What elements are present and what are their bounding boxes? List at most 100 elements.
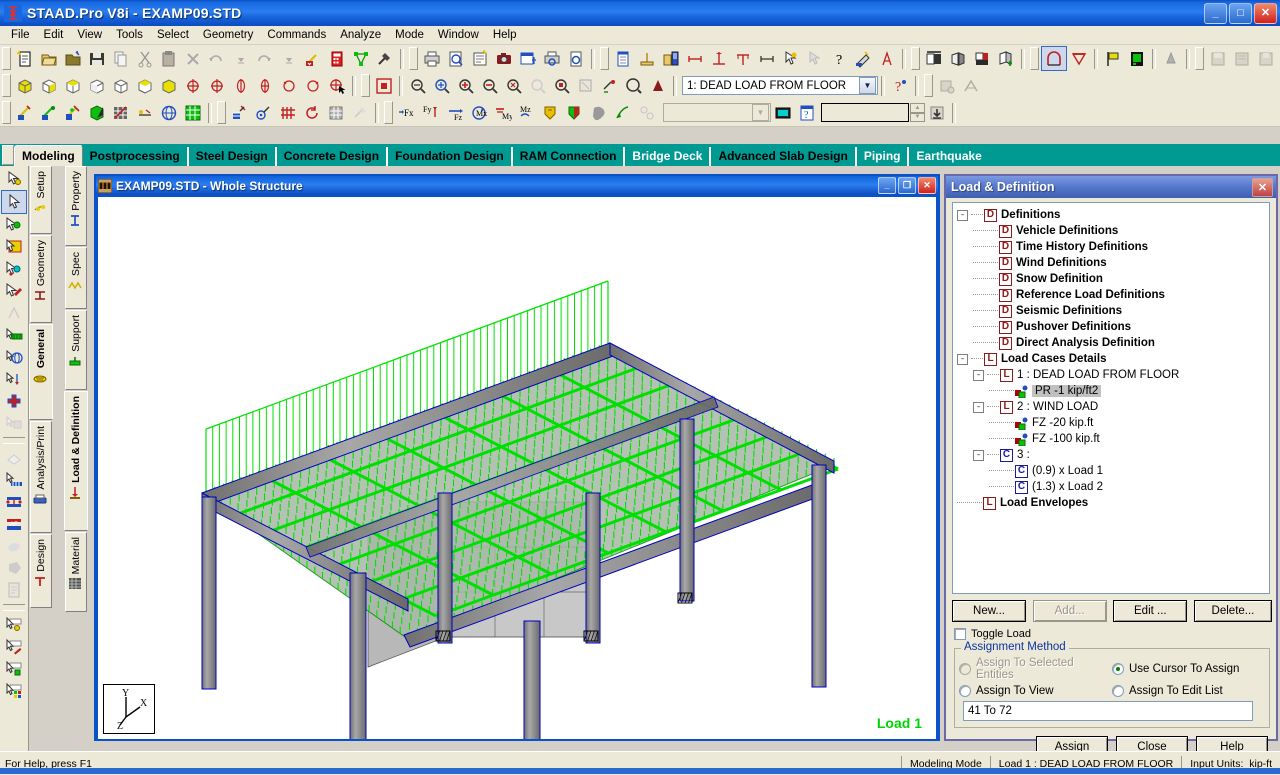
calculator-icon[interactable]: [325, 47, 349, 70]
tree-node[interactable]: - D Definitions: [953, 207, 1269, 223]
new-button[interactable]: New...: [952, 600, 1026, 622]
menu-analyze[interactable]: Analyze: [333, 28, 388, 42]
help-question-icon[interactable]: ?: [827, 47, 851, 70]
tree-expander-icon[interactable]: -: [973, 401, 984, 413]
tab-foundation-design[interactable]: Foundation Design: [388, 147, 513, 166]
undo-icon[interactable]: [205, 47, 229, 70]
edit-list-input[interactable]: 41 To 72: [963, 701, 1253, 721]
front-view-icon[interactable]: [37, 74, 61, 97]
zoom-disabled-icon[interactable]: [526, 74, 550, 97]
insert-node-icon[interactable]: [276, 101, 300, 124]
tree-node[interactable]: - L Load Cases Details: [953, 351, 1269, 367]
dynamic-pan-icon[interactable]: [598, 74, 622, 97]
add-cursor-icon[interactable]: [2, 390, 26, 412]
toolbar-grip[interactable]: [2, 47, 11, 70]
tree-node[interactable]: D Reference Load Definitions: [953, 287, 1269, 303]
global-axes-icon[interactable]: [157, 101, 181, 124]
menu-geometry[interactable]: Geometry: [196, 28, 261, 42]
sidebar-item-support[interactable]: Support: [65, 310, 87, 390]
toolbar-grip[interactable]: [2, 101, 11, 124]
sidebar-item-general[interactable]: General: [29, 324, 53, 420]
sidebar-item-geometry[interactable]: Geometry: [30, 235, 52, 323]
surface-cursor-disabled-icon[interactable]: [2, 302, 26, 324]
display-table-icon[interactable]: [516, 47, 540, 70]
chevron-down-icon[interactable]: ▼: [859, 77, 876, 94]
print-preview-icon[interactable]: [444, 47, 468, 70]
tree-expander-icon[interactable]: -: [973, 449, 984, 461]
tree-node[interactable]: D Vehicle Definitions: [953, 223, 1269, 239]
radio-assign-to-view[interactable]: Assign To View: [959, 685, 1112, 697]
toolbar-grip[interactable]: [1030, 47, 1039, 70]
menu-mode[interactable]: Mode: [388, 28, 431, 42]
load-tree[interactable]: - D Definitions D Vehicle Definitions D Time H…: [952, 202, 1270, 594]
tab-bridge-deck[interactable]: Bridge Deck: [625, 147, 712, 166]
zoom-extents-icon[interactable]: [372, 74, 396, 97]
pagetab-grip[interactable]: [2, 145, 14, 165]
self-weight-icon[interactable]: [587, 101, 611, 124]
tree-expander-icon[interactable]: -: [973, 369, 984, 381]
chevron-down-icon[interactable]: ▼: [752, 104, 769, 121]
rotate-geometry-icon[interactable]: [300, 101, 324, 124]
pointer-icon[interactable]: [1, 190, 27, 214]
node-distance-icon[interactable]: [683, 47, 707, 70]
toolbar-grip[interactable]: [384, 101, 393, 124]
text-annotation-icon[interactable]: [875, 47, 899, 70]
delete-button[interactable]: Delete...: [1193, 600, 1272, 622]
node-table-icon[interactable]: [611, 47, 635, 70]
open-file-icon[interactable]: [37, 47, 61, 70]
tab-ram-connection[interactable]: RAM Connection: [513, 147, 626, 166]
sidebar-item-setup[interactable]: Setup: [30, 166, 52, 234]
menu-help[interactable]: Help: [486, 28, 524, 42]
surface-numbers-icon[interactable]: [109, 101, 133, 124]
add-view-icon[interactable]: [994, 47, 1018, 70]
pan-up-icon[interactable]: [181, 74, 205, 97]
tree-node[interactable]: - C 3 :: [953, 447, 1269, 463]
toolbar-grip[interactable]: [600, 47, 609, 70]
fz-force-icon[interactable]: Fz: [443, 101, 467, 124]
structure-dimension-icon[interactable]: [659, 47, 683, 70]
toggle-load-checkbox[interactable]: [954, 628, 966, 640]
perspective-icon[interactable]: [646, 74, 670, 97]
symmetry-icon[interactable]: [922, 47, 946, 70]
maximize-button[interactable]: □: [1229, 3, 1252, 24]
tab-steel-design[interactable]: Steel Design: [189, 147, 277, 166]
grid-display-icon[interactable]: [181, 101, 205, 124]
take-picture-icon[interactable]: [492, 47, 516, 70]
toolbar-grip[interactable]: [217, 101, 226, 124]
select-list-disabled-icon[interactable]: [2, 579, 26, 601]
node-cursor-icon[interactable]: [2, 214, 26, 236]
radio-use-cursor-to-assign[interactable]: Use Cursor To Assign: [1112, 657, 1265, 681]
tab-concrete-design[interactable]: Concrete Design: [277, 147, 389, 166]
add-beam-icon[interactable]: [228, 101, 252, 124]
zoom-out-icon[interactable]: [478, 74, 502, 97]
render-view-icon[interactable]: [970, 47, 994, 70]
new-file-icon[interactable]: [13, 47, 37, 70]
side-view-icon[interactable]: [85, 74, 109, 97]
member-length-icon[interactable]: [707, 47, 731, 70]
menu-commands[interactable]: Commands: [260, 28, 333, 42]
toolbar-grip[interactable]: [911, 47, 920, 70]
paste-icon[interactable]: [157, 47, 181, 70]
beams-parallel-icon[interactable]: [2, 469, 26, 491]
add-button[interactable]: Add...: [1032, 600, 1107, 622]
tree-node[interactable]: D Wind Definitions: [953, 255, 1269, 271]
tree-node[interactable]: C (1.3) x Load 2: [953, 479, 1269, 495]
menu-select[interactable]: Select: [150, 28, 196, 42]
print-icon[interactable]: [420, 47, 444, 70]
top-view-icon[interactable]: [61, 74, 85, 97]
bridge-deck-icon[interactable]: [1041, 46, 1067, 71]
save-disabled-icon[interactable]: [1206, 47, 1230, 70]
tree-node[interactable]: PR -1 kip/ft2: [953, 383, 1269, 399]
sidebar-item-load-definition[interactable]: Load & Definition: [64, 391, 88, 531]
mirror-icon[interactable]: [946, 47, 970, 70]
fy-force-icon[interactable]: Fy: [419, 101, 443, 124]
zoom-selected-icon[interactable]: [550, 74, 574, 97]
toolbar-grip[interactable]: [1195, 47, 1204, 70]
add-plate-icon[interactable]: [252, 101, 276, 124]
radio-assign-to-edit-list[interactable]: Assign To Edit List: [1112, 685, 1265, 697]
plate-numbers-icon[interactable]: [61, 101, 85, 124]
bottom-view-icon[interactable]: [133, 74, 157, 97]
sidebar-item-property[interactable]: Property: [65, 166, 87, 246]
horizontal-dimension-icon[interactable]: [755, 47, 779, 70]
toolbar-grip[interactable]: [924, 74, 933, 97]
